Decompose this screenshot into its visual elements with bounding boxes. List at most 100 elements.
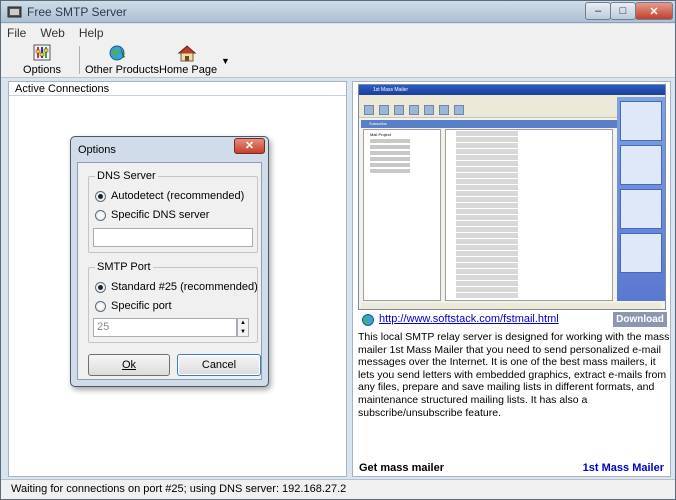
menu-file[interactable]: File: [7, 26, 26, 40]
preview-title: 1st Mass Mailer: [359, 85, 665, 95]
smtp-specific-label: Specific port: [111, 300, 172, 312]
product-screenshot[interactable]: 1st Mass Mailer Subscribe Mail Project: [358, 84, 666, 310]
options-button[interactable]: Options: [21, 44, 63, 76]
download-button[interactable]: Download: [613, 312, 667, 327]
smtp-specific-radio[interactable]: [95, 300, 106, 312]
preview-list-row: [448, 281, 610, 286]
ok-label: Ok: [121, 359, 137, 371]
menu-bar: File Web Help: [1, 24, 675, 42]
home-page-label: Home Page: [159, 64, 218, 76]
preview-list-row: [448, 221, 610, 226]
preview-list-row: [448, 251, 610, 256]
port-spinner[interactable]: ▲ ▼: [237, 318, 249, 337]
preview-list-row: [448, 137, 610, 142]
product-name-link[interactable]: 1st Mass Mailer: [583, 462, 664, 474]
close-button[interactable]: ✕: [635, 2, 673, 20]
smtp-standard-option[interactable]: Standard #25 (recommended): [95, 281, 258, 293]
preview-status-bar: [361, 303, 661, 309]
preview-list-row: [448, 197, 610, 202]
menu-web[interactable]: Web: [40, 26, 64, 40]
preview-list-row: [448, 149, 610, 154]
preview-tree-node: [370, 139, 410, 143]
toolbar-separator: [79, 46, 80, 74]
preview-list-row: [448, 191, 610, 196]
preview-list-row: [448, 233, 610, 238]
preview-list-row: [448, 263, 610, 268]
other-products-label: Other Products: [85, 64, 159, 76]
dns-autodetect-option[interactable]: Autodetect (recommended): [95, 190, 244, 202]
preview-tree-node: [370, 169, 410, 173]
title-bar[interactable]: Free SMTP Server – □ ✕: [1, 1, 675, 23]
options-icon: [33, 44, 51, 61]
preview-tool-icon: [379, 104, 389, 115]
preview-list-row: [448, 167, 610, 172]
globe-icon: [109, 45, 125, 61]
app-icon: [7, 6, 22, 18]
maximize-button[interactable]: □: [610, 2, 636, 20]
preview-list-row: [448, 287, 610, 292]
connections-header[interactable]: Active Connections: [9, 82, 346, 96]
product-description: This local SMTP relay server is designed…: [358, 331, 670, 419]
preview-tool-icon: [364, 104, 374, 115]
dns-specific-radio[interactable]: [95, 209, 106, 221]
preview-list-row: [448, 269, 610, 274]
home-page-button[interactable]: Home Page: [159, 44, 218, 76]
smtp-specific-option[interactable]: Specific port: [95, 300, 172, 312]
preview-tool-icon: [409, 104, 419, 115]
options-label: Options: [23, 64, 61, 76]
other-products-button[interactable]: Other Products: [85, 44, 159, 76]
dns-server-input[interactable]: [93, 228, 253, 247]
product-link[interactable]: http://www.softstack.com/fstmail.html: [379, 313, 559, 325]
preview-tree-node: [370, 157, 410, 161]
preview-side-panel: [617, 97, 665, 301]
toolbar: Options Other Products Home Page ▼: [1, 42, 675, 78]
dns-specific-label: Specific DNS server: [111, 209, 210, 221]
preview-list-row: [448, 131, 610, 136]
get-mass-mailer-label: Get mass mailer: [359, 462, 444, 474]
preview-list-row: [448, 155, 610, 160]
dns-specific-option[interactable]: Specific DNS server: [95, 209, 209, 221]
smtp-port-group: SMTP Port Standard #25 (recommended) Spe…: [88, 261, 258, 343]
preview-list-row: [448, 161, 610, 166]
preview-side-box: [620, 145, 662, 185]
smtp-group-label: SMTP Port: [95, 261, 153, 273]
preview-side-box: [620, 189, 662, 229]
preview-tool-icon: [454, 104, 464, 115]
preview-list-row: [448, 215, 610, 220]
smtp-standard-radio[interactable]: [95, 281, 106, 293]
preview-list-row: [448, 245, 610, 250]
ok-button[interactable]: Ok: [88, 354, 170, 376]
preview-root-node: Mail Project: [370, 132, 391, 137]
dialog-title: Options: [78, 144, 116, 156]
preview-list-row: [448, 293, 610, 298]
preview-list-row: [448, 179, 610, 184]
options-dialog: Options ✕ DNS Server Autodetect (recomme…: [70, 136, 269, 387]
port-input[interactable]: 25: [93, 318, 237, 337]
dialog-title-bar[interactable]: Options ✕: [71, 137, 268, 161]
preview-list-row: [448, 185, 610, 190]
preview-tool-icon: [439, 104, 449, 115]
minimize-button[interactable]: –: [585, 2, 611, 20]
dns-autodetect-radio[interactable]: [95, 190, 106, 202]
app-window: Free SMTP Server – □ ✕ File Web Help Opt…: [0, 0, 676, 500]
smtp-standard-label: Standard #25 (recommended): [111, 281, 258, 293]
status-bar: Waiting for connections on port #25; usi…: [1, 479, 675, 499]
preview-list-row: [448, 143, 610, 148]
preview-email-list: [445, 129, 613, 301]
home-icon: [177, 45, 197, 62]
cancel-label: Cancel: [201, 359, 237, 371]
menu-help[interactable]: Help: [79, 26, 104, 40]
dns-group-label: DNS Server: [95, 170, 158, 182]
chevron-down-icon[interactable]: ▼: [221, 56, 230, 66]
product-pane: 1st Mass Mailer Subscribe Mail Project h…: [352, 81, 671, 477]
preview-side-box: [620, 233, 662, 273]
preview-tool-icon: [394, 104, 404, 115]
preview-tree: Mail Project: [363, 129, 441, 301]
preview-list-row: [448, 257, 610, 262]
dns-server-group: DNS Server Autodetect (recommended) Spec…: [88, 170, 258, 253]
preview-tree-node: [370, 145, 410, 149]
preview-list-row: [448, 275, 610, 280]
preview-list-row: [448, 227, 610, 232]
cancel-button[interactable]: Cancel: [177, 354, 261, 376]
dialog-close-button[interactable]: ✕: [234, 138, 265, 154]
